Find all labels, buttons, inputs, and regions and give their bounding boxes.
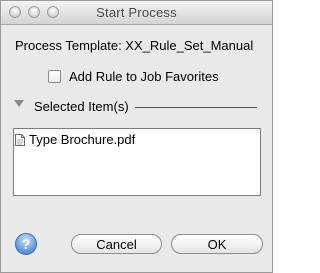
selected-items-list[interactable]: Type Brochure.pdf [13,128,261,196]
ok-button[interactable]: OK [171,234,263,254]
section-divider [135,107,257,108]
list-item[interactable]: Type Brochure.pdf [15,132,135,147]
disclosure-triangle-icon[interactable] [14,100,24,107]
list-item-label: Type Brochure.pdf [29,132,136,147]
favorites-checkbox-label[interactable]: Add Rule to Job Favorites [69,69,219,84]
favorites-checkbox[interactable] [48,70,61,83]
start-process-dialog: Start Process Process Template: XX_Rule_… [0,0,273,273]
selected-items-heading: Selected Item(s) [34,99,133,114]
help-icon[interactable]: ? [15,233,37,255]
title-bar: Start Process [1,1,272,25]
favorites-checkbox-row[interactable]: Add Rule to Job Favorites [48,69,219,84]
document-icon [15,133,25,146]
cancel-button[interactable]: Cancel [71,234,162,254]
window-title: Start Process [96,5,177,20]
process-template-label: Process Template: XX_Rule_Set_Manual [15,38,254,53]
